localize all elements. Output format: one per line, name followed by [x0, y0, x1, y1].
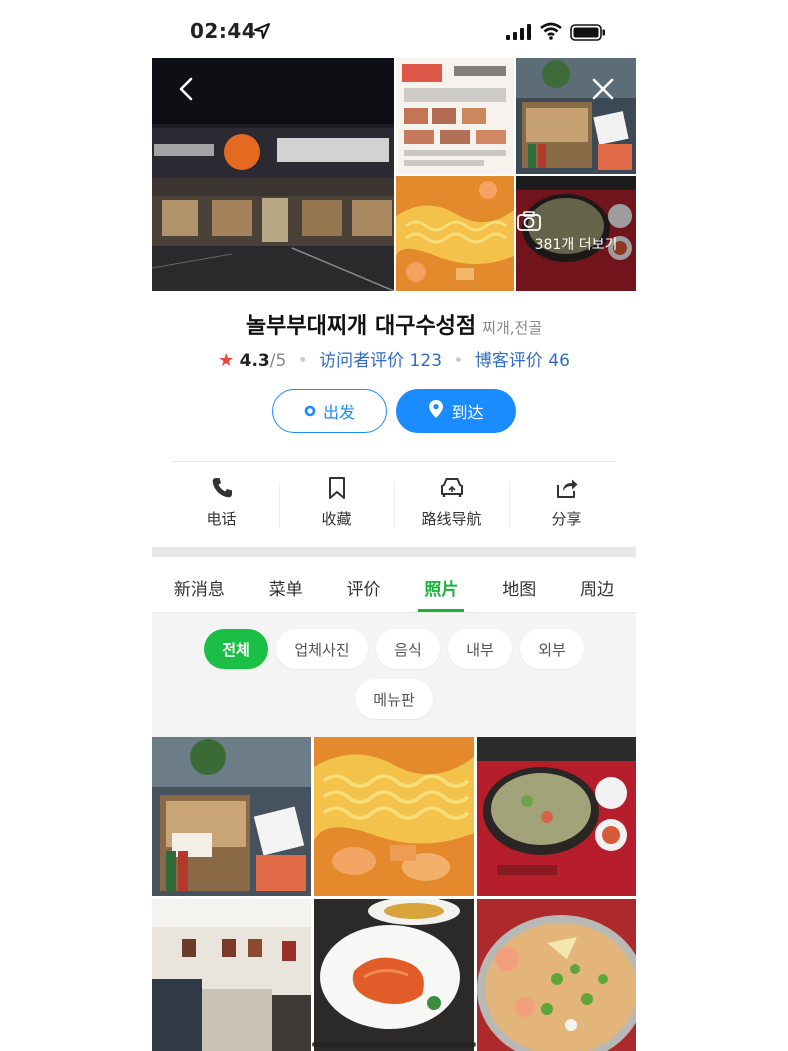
location-arrow-icon [254, 23, 270, 39]
food-closeup-photo[interactable] [396, 176, 514, 291]
tab-photos[interactable]: 照片 [418, 557, 465, 612]
chip-business-photos[interactable]: 업체사진 [276, 629, 368, 669]
route-action[interactable]: 路线导航 [394, 474, 509, 536]
chip-interior[interactable]: 내부 [448, 629, 512, 669]
phone-icon [164, 476, 279, 502]
call-label: 电话 [206, 510, 237, 528]
save-action[interactable]: 收藏 [279, 474, 394, 536]
call-action[interactable]: 电话 [164, 474, 279, 536]
separator-dot: • [297, 351, 308, 371]
camera-icon [516, 210, 636, 232]
more-photos-overlay[interactable]: 381개 더보기 [516, 176, 636, 291]
rating-row: ★ 4.3/5 • 访问者评价 123 • 博客评价 46 [152, 346, 636, 371]
status-bar: 02:44 [0, 0, 788, 58]
place-detail-screen: 381개 더보기 놀부부대찌개 대구수성점 찌개,전골 ★ 4.3/5 • 访问者… [152, 58, 636, 1051]
action-row: 电话 收藏 路线导航 分享 [164, 474, 624, 536]
battery-icon [570, 24, 605, 41]
share-label: 分享 [551, 510, 582, 528]
chip-food[interactable]: 음식 [376, 629, 440, 669]
visitor-reviews-link[interactable]: 访问者评价 123 [319, 351, 442, 371]
grid-photo[interactable] [477, 737, 636, 896]
more-photos-label: 381개 더보기 [534, 237, 618, 253]
divider [172, 461, 616, 462]
depart-button[interactable]: 出发 [272, 389, 387, 433]
tab-nearby[interactable]: 周边 [578, 557, 616, 612]
star-icon: ★ [218, 350, 235, 371]
grid-photo[interactable] [152, 899, 311, 1051]
section-separator [152, 547, 636, 557]
blog-reviews-link[interactable]: 博客评价 46 [475, 351, 570, 371]
tab-reviews[interactable]: 评价 [345, 557, 383, 612]
grid-photo[interactable] [152, 737, 311, 896]
tab-map[interactable]: 地图 [500, 557, 538, 612]
location-pin-icon [428, 399, 444, 423]
stew-table-photo[interactable]: 381개 더보기 [516, 176, 636, 291]
share-action[interactable]: 分享 [509, 474, 624, 536]
photo-filter-chips: 전체 업체사진 음식 내부 외부 메뉴판 [152, 613, 636, 737]
place-title-row: 놀부부대찌개 대구수성점 찌개,전골 [152, 308, 636, 340]
bookmark-icon [279, 476, 394, 502]
grid-photo[interactable] [314, 737, 474, 896]
share-icon [509, 476, 624, 502]
ramen-bowl-photo[interactable] [516, 58, 636, 174]
tab-menu[interactable]: 菜单 [267, 557, 305, 612]
car-route-icon [394, 476, 509, 502]
arrive-button[interactable]: 到达 [396, 389, 516, 433]
back-chevron-icon[interactable] [174, 76, 200, 102]
photo-collage[interactable]: 381개 더보기 [152, 58, 636, 291]
rating-max: /5 [269, 351, 287, 371]
chip-exterior[interactable]: 외부 [520, 629, 584, 669]
rating-score: 4.3 [239, 351, 270, 371]
cellular-signal-icon [506, 24, 531, 40]
separator-dot: • [453, 351, 464, 371]
photo-grid [152, 737, 636, 1051]
home-indicator [312, 1042, 476, 1047]
grid-photo[interactable] [314, 899, 474, 1051]
route-label: 路线导航 [421, 510, 482, 528]
place-name: 놀부부대찌개 대구수성점 [245, 314, 477, 339]
place-category: 찌개,전골 [482, 319, 543, 337]
close-icon[interactable] [590, 76, 616, 102]
save-label: 收藏 [321, 510, 352, 528]
depart-label: 出发 [322, 403, 355, 422]
grid-photo[interactable] [477, 899, 636, 1051]
menu-board-photo[interactable] [396, 58, 514, 174]
chip-menu-board[interactable]: 메뉴판 [355, 679, 433, 719]
status-time: 02:44 [190, 19, 257, 43]
tab-news[interactable]: 新消息 [172, 557, 227, 612]
wifi-icon [540, 22, 562, 40]
chip-all[interactable]: 전체 [204, 629, 268, 669]
arrive-label: 到达 [451, 403, 484, 422]
tab-bar: 新消息 菜单 评价 照片 地图 周边 [152, 557, 636, 613]
origin-dot-icon [304, 402, 316, 421]
